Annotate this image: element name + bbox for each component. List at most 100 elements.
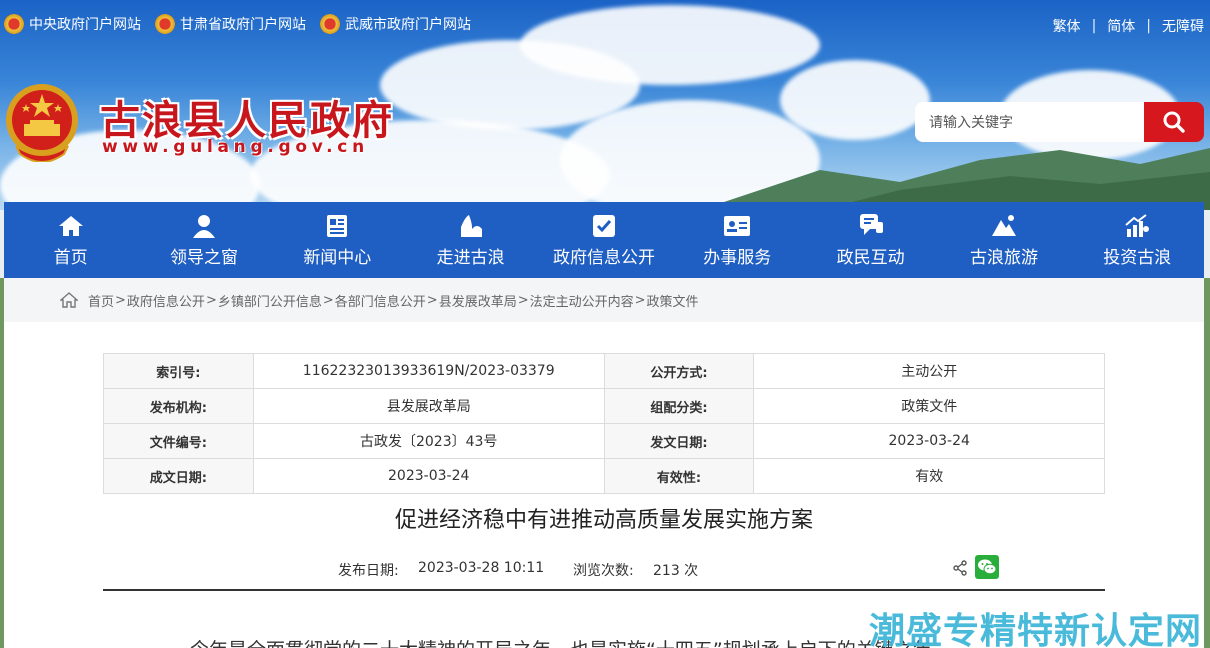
nav-item-about[interactable]: 走进古浪 bbox=[404, 202, 537, 278]
growth-chart-icon bbox=[1125, 213, 1150, 237]
nav-label: 政民互动 bbox=[836, 247, 905, 268]
breadcrumb-development-bureau[interactable]: 县发展改革局 bbox=[439, 291, 517, 310]
landmark-icon bbox=[460, 214, 482, 237]
accessibility-link[interactable]: 无障碍 bbox=[1162, 16, 1204, 36]
side-decoration bbox=[1204, 278, 1210, 648]
top-link-label: 中央政府门户网站 bbox=[29, 17, 141, 33]
nav-item-leaders[interactable]: 领导之窗 bbox=[137, 202, 270, 278]
table-row: 发布机构: 县发展改革局 组配分类: 政策文件 bbox=[103, 388, 1105, 424]
breadcrumb-township-info[interactable]: 乡镇部门公开信息 bbox=[218, 291, 322, 310]
divider bbox=[103, 589, 1105, 591]
meta-label: 有效性: bbox=[603, 458, 755, 494]
document-meta-table: 索引号: 11622323013933619N/2023-03379 公开方式:… bbox=[103, 353, 1105, 494]
breadcrumb-policy-documents[interactable]: 政策文件 bbox=[647, 291, 699, 310]
table-row: 文件编号: 古政发〔2023〕43号 发文日期: 2023-03-24 bbox=[103, 423, 1105, 459]
meta-label: 文件编号: bbox=[103, 423, 254, 459]
search-button[interactable] bbox=[1144, 102, 1204, 142]
meta-label: 发布机构: bbox=[103, 388, 254, 424]
publish-date-label: 发布日期: bbox=[338, 563, 399, 579]
meta-label: 公开方式: bbox=[603, 353, 755, 389]
national-emblem-icon bbox=[320, 14, 340, 34]
meta-value: 2023-03-24 bbox=[252, 458, 605, 494]
search-box bbox=[915, 102, 1204, 142]
breadcrumb-separator: > bbox=[115, 292, 126, 308]
top-link-central-gov[interactable]: 中央政府门户网站 bbox=[4, 14, 141, 34]
nav-item-services[interactable]: 办事服务 bbox=[671, 202, 804, 278]
breadcrumb-separator: > bbox=[205, 292, 217, 308]
nav-item-news[interactable]: 新闻中心 bbox=[271, 202, 404, 278]
nav-item-home[interactable]: 首页 bbox=[4, 202, 137, 278]
table-row: 索引号: 11622323013933619N/2023-03379 公开方式:… bbox=[103, 353, 1105, 389]
wechat-icon bbox=[978, 559, 997, 575]
article-content: 索引号: 11622323013933619N/2023-03379 公开方式:… bbox=[4, 322, 1204, 648]
meta-value: 县发展改革局 bbox=[252, 388, 605, 424]
nav-label: 办事服务 bbox=[703, 247, 772, 268]
top-link-gansu-gov[interactable]: 甘肃省政府门户网站 bbox=[155, 14, 306, 34]
nav-label: 首页 bbox=[53, 247, 88, 268]
breadcrumb-separator: > bbox=[322, 292, 334, 308]
top-links: 中央政府门户网站 甘肃省政府门户网站 武威市政府门户网站 bbox=[4, 14, 471, 34]
meta-label: 索引号: bbox=[103, 353, 254, 389]
meta-value: 2023-03-24 bbox=[753, 423, 1105, 459]
nav-label: 投资古浪 bbox=[1103, 247, 1172, 268]
site-url: www.gulang.gov.cn bbox=[102, 137, 369, 157]
article-title: 促进经济稳中有进推动高质量发展实施方案 bbox=[394, 508, 813, 533]
top-link-wuwei-gov[interactable]: 武威市政府门户网站 bbox=[320, 14, 471, 34]
nav-label: 新闻中心 bbox=[303, 247, 372, 268]
publish-info: 发布日期: 2023-03-28 10:11 浏览次数: 213 次 bbox=[103, 555, 1105, 580]
divider: | bbox=[1146, 18, 1151, 34]
divider: | bbox=[1091, 18, 1097, 34]
nav-item-tourism[interactable]: 古浪旅游 bbox=[937, 202, 1070, 278]
national-emblem-icon bbox=[4, 14, 24, 34]
simplified-chinese-link[interactable]: 简体 bbox=[1107, 16, 1135, 36]
wechat-share-button[interactable] bbox=[975, 555, 999, 579]
search-input[interactable] bbox=[915, 102, 1144, 142]
nav-item-interaction[interactable]: 政民互动 bbox=[804, 202, 937, 278]
nav-label: 领导之窗 bbox=[169, 247, 238, 268]
nav-label: 政府信息公开 bbox=[552, 247, 655, 268]
article-body-first-line: 今年是全面贯彻党的二十大精神的开局之年，也是实施“十四五”规划承上启下的关键之年 bbox=[190, 638, 932, 648]
mountain-icon bbox=[991, 214, 1016, 236]
table-row: 成文日期: 2023-03-24 有效性: 有效 bbox=[103, 458, 1105, 494]
meta-label: 发文日期: bbox=[603, 423, 755, 459]
meta-value: 有效 bbox=[753, 458, 1105, 494]
nav-item-info-disclosure[interactable]: 政府信息公开 bbox=[537, 202, 670, 278]
news-icon bbox=[327, 214, 348, 237]
nav-label: 古浪旅游 bbox=[969, 247, 1038, 268]
views-label: 浏览次数: bbox=[573, 563, 634, 579]
main-nav: 首页 领导之窗 新闻中心 走进古浪 政府信息公开 办事服务 政民互动 古浪旅游 … bbox=[4, 202, 1204, 278]
meta-value: 政策文件 bbox=[753, 388, 1105, 424]
header-banner: 中央政府门户网站 甘肃省政府门户网站 武威市政府门户网站 繁体 | 简体 | 无… bbox=[0, 0, 1210, 210]
breadcrumb-separator: > bbox=[426, 292, 438, 308]
breadcrumb-info-disclosure[interactable]: 政府信息公开 bbox=[127, 291, 205, 310]
breadcrumb-separator: > bbox=[634, 292, 646, 308]
nav-label: 走进古浪 bbox=[436, 247, 505, 268]
breadcrumb: 首页 > 政府信息公开 > 乡镇部门公开信息 > 各部门信息公开 > 县发展改革… bbox=[4, 278, 1204, 322]
traditional-chinese-link[interactable]: 繁体 bbox=[1053, 16, 1081, 36]
top-link-label: 武威市政府门户网站 bbox=[345, 17, 471, 33]
person-icon bbox=[192, 214, 215, 238]
language-links: 繁体 | 简体 | 无障碍 bbox=[1053, 16, 1204, 36]
nav-item-investment[interactable]: 投资古浪 bbox=[1071, 202, 1204, 278]
publish-date-value: 2023-03-28 10:11 bbox=[418, 560, 545, 576]
breadcrumb-department-info[interactable]: 各部门信息公开 bbox=[335, 291, 426, 310]
id-card-icon bbox=[724, 215, 751, 236]
search-icon bbox=[1163, 111, 1185, 133]
meta-label: 组配分类: bbox=[603, 388, 755, 424]
breadcrumb-separator: > bbox=[517, 292, 529, 308]
meta-value: 主动公开 bbox=[753, 353, 1105, 389]
top-link-label: 甘肃省政府门户网站 bbox=[180, 17, 306, 33]
home-icon[interactable] bbox=[60, 292, 78, 308]
share-icon[interactable] bbox=[952, 560, 968, 576]
meta-label: 成文日期: bbox=[103, 458, 254, 494]
watermark: 潮盛专精特新认定网 bbox=[868, 611, 1202, 648]
info-check-icon bbox=[592, 214, 615, 237]
meta-value: 古政发〔2023〕43号 bbox=[252, 423, 605, 459]
national-emblem-logo[interactable] bbox=[4, 80, 80, 162]
national-emblem-icon bbox=[155, 14, 175, 34]
chat-icon bbox=[859, 213, 883, 235]
breadcrumb-statutory-content[interactable]: 法定主动公开内容 bbox=[530, 291, 634, 310]
breadcrumb-home[interactable]: 首页 bbox=[88, 291, 114, 310]
views-value: 213 次 bbox=[653, 563, 699, 579]
home-icon bbox=[58, 215, 83, 236]
